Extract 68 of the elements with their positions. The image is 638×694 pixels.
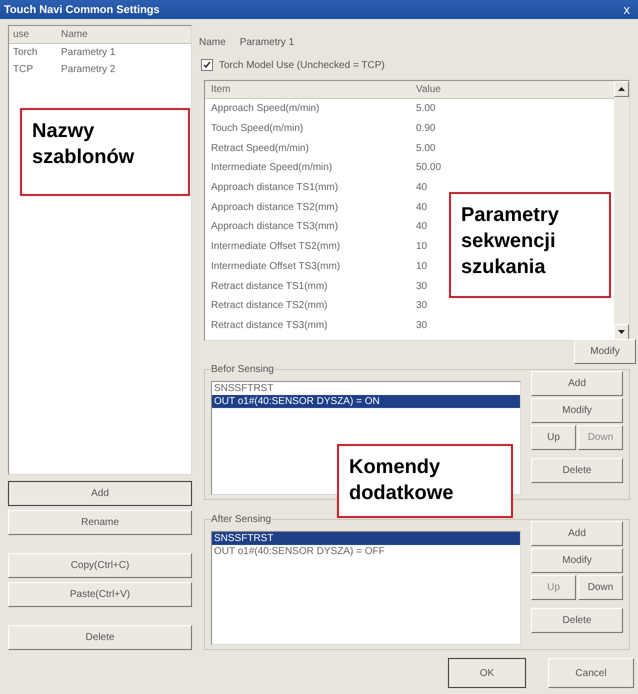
column-header: Value [416,84,441,95]
table-cell: Intermediate Offset TS2(mm) [211,241,340,252]
command-item[interactable]: SNSSFTRST [212,382,520,395]
table-cell: 40 [416,182,428,194]
column-header: use [13,29,30,40]
table-cell: 50.00 [416,162,442,174]
list-cell[interactable]: Parametry 2 [61,64,116,75]
modify-button[interactable]: Modify [531,398,623,423]
table-cell: Retract Speed(m/min) [211,142,309,154]
table-cell: 5.00 [416,103,436,114]
down-arrow-icon [618,330,625,334]
command-item[interactable]: OUT o1#(40:SENSOR DYSZA) = OFF [212,545,520,558]
modify-button[interactable]: Modify [531,548,623,573]
scrollbar[interactable] [614,81,629,340]
table-cell: 30 [416,280,428,292]
delete-button[interactable]: Delete [531,458,623,483]
group-title: Befor Sensing [211,364,274,375]
table-cell: Approach distance TS1(mm) [211,182,338,194]
column-header: Name [61,29,88,40]
template-button[interactable]: Rename [8,510,192,535]
template-button[interactable]: Add [8,481,192,506]
scroll-up-button[interactable] [614,81,629,97]
table-cell: 40 [416,202,428,213]
checkbox[interactable] [201,59,213,71]
template-button[interactable]: Delete [8,625,192,650]
down-button[interactable]: Down [578,575,623,600]
close-button[interactable]: x [622,2,632,17]
table-cell: Intermediate Offset TS3(mm) [211,260,340,272]
add-button[interactable]: Add [531,521,623,546]
command-item[interactable]: OUT o1#(40:SENSOR DYSZA) = ON [212,395,520,408]
annotation-label: Parametry sekwencji szukania [449,192,611,298]
annotation-label: Nazwy szablonów [20,108,190,196]
table-cell: 5.00 [416,142,436,154]
table-cell: Touch Speed(m/min) [211,123,304,134]
name-label: Name [199,36,226,48]
table-cell: Approach distance TS3(mm) [211,221,338,232]
up-arrow-icon [618,87,625,91]
table-cell: Retract distance TS3(mm) [211,320,328,331]
list-cell[interactable]: Torch [13,47,38,58]
table-cell: 10 [416,241,428,252]
table-cell: 30 [416,300,428,312]
delete-button[interactable]: Delete [531,608,623,633]
cancel-button[interactable]: Cancel [548,658,634,688]
table-cell: Approach Speed(m/min) [211,103,320,114]
modify-button[interactable]: Modify [574,339,636,364]
window-title: Touch Navi Common Settings [4,4,160,16]
column-header: Item [211,84,230,95]
up-button[interactable]: Up [531,425,576,450]
name-value: Parametry 1 [240,36,294,48]
table-cell: 0.90 [416,123,436,134]
list-cell[interactable]: Parametry 1 [61,47,116,58]
scroll-down-button[interactable] [614,324,629,340]
template-button[interactable]: Paste(Ctrl+V) [8,582,192,607]
add-button[interactable]: Add [531,371,623,396]
table-cell: Intermediate Speed(m/min) [211,162,332,174]
table-cell: 40 [416,221,428,232]
ok-button[interactable]: OK [448,658,526,688]
table-cell: Retract distance TS1(mm) [211,280,328,292]
list-cell[interactable]: TCP [13,64,33,75]
checkbox-label: Torch Model Use (Unchecked = TCP) [219,60,385,70]
table-cell: 10 [416,260,428,272]
table-cell: Approach distance TS2(mm) [211,202,338,213]
table-cell: Retract distance TS2(mm) [211,300,328,312]
table-cell: 30 [416,320,428,331]
annotation-label: Komendy dodatkowe [337,444,513,518]
group-title: After Sensing [211,514,272,525]
command-item[interactable]: SNSSFTRST [212,532,520,545]
template-button[interactable]: Copy(Ctrl+C) [8,553,192,578]
